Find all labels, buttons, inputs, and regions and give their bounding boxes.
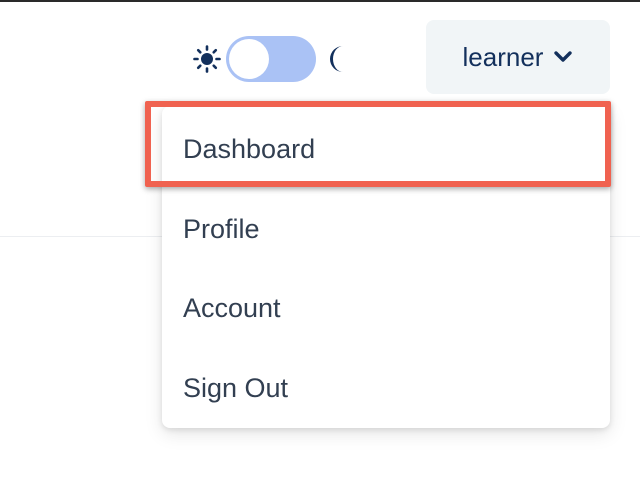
menu-item-label: Account	[183, 292, 281, 323]
username-label: learner	[462, 41, 544, 72]
menu-item-account[interactable]: Account	[162, 268, 610, 348]
menu-item-label: Profile	[183, 213, 260, 244]
top-border	[0, 0, 640, 2]
sun-icon	[193, 45, 221, 73]
chevron-down-icon	[554, 51, 573, 62]
toggle-knob[interactable]	[229, 39, 269, 79]
menu-item-dashboard[interactable]: Dashboard	[162, 109, 610, 189]
menu-item-label: Sign Out	[183, 372, 289, 403]
moon-icon	[330, 46, 343, 72]
page: learner Dashboard Profile Account Sign O…	[0, 0, 640, 480]
menu-item-profile[interactable]: Profile	[162, 189, 610, 269]
user-menu-button[interactable]: learner	[426, 20, 610, 94]
menu-item-label: Dashboard	[183, 133, 316, 164]
theme-toggle[interactable]	[192, 36, 352, 82]
menu-item-sign-out[interactable]: Sign Out	[162, 348, 610, 428]
theme-toggle-switch[interactable]	[226, 36, 316, 82]
user-dropdown-menu: Dashboard Profile Account Sign Out	[162, 106, 610, 428]
